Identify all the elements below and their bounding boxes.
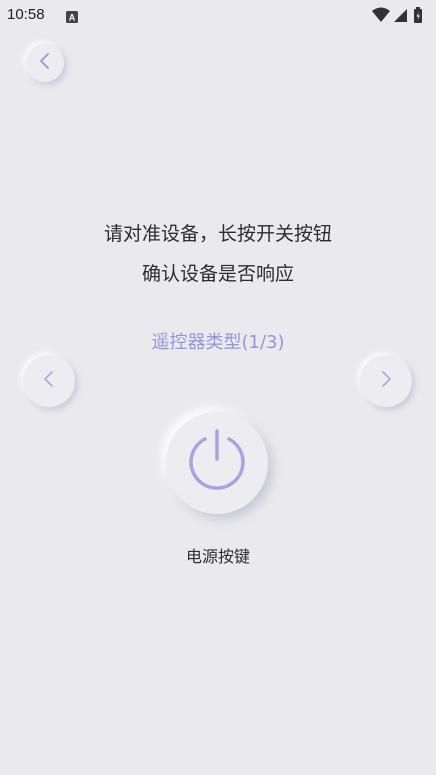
wifi-icon bbox=[372, 7, 390, 22]
previous-type-button[interactable] bbox=[23, 355, 75, 407]
svg-text:A: A bbox=[69, 13, 76, 23]
back-button[interactable] bbox=[26, 44, 64, 82]
remote-type-label: 遥控器类型(1/3) bbox=[151, 332, 285, 353]
power-icon bbox=[181, 425, 253, 501]
instruction-line-1: 请对准设备，长按开关按钮 bbox=[103, 223, 332, 245]
status-icons bbox=[370, 6, 430, 24]
next-type-button[interactable] bbox=[360, 355, 412, 407]
power-button-label: 电源按键 bbox=[185, 547, 250, 566]
signal-icon bbox=[394, 9, 407, 22]
status-time: 10:58 bbox=[7, 6, 45, 23]
battery-icon bbox=[414, 7, 422, 23]
a-box-icon: A bbox=[66, 8, 78, 23]
chevron-left-icon bbox=[41, 367, 57, 395]
power-button[interactable] bbox=[166, 412, 268, 514]
status-bar: 10:58 A bbox=[0, 0, 436, 30]
chevron-right-icon bbox=[378, 367, 394, 395]
instruction-line-2: 确认设备是否响应 bbox=[141, 263, 294, 285]
chevron-left-icon bbox=[38, 51, 52, 75]
